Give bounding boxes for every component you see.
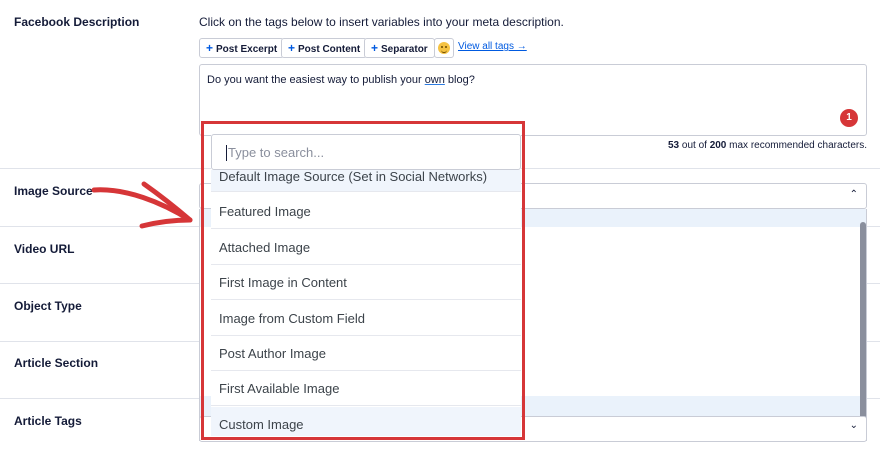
annotation-arrow-icon	[91, 181, 193, 229]
text-cursor	[226, 145, 227, 161]
plus-icon: +	[206, 41, 214, 55]
image-source-dropdown: Default Image Source (Set in Social Netw…	[211, 134, 521, 436]
emoji-picker-button[interactable]	[434, 38, 454, 58]
view-all-tags-link[interactable]: View all tags →	[458, 41, 527, 52]
tags-hint: Click on the tags below to insert variab…	[199, 15, 564, 29]
dropdown-option[interactable]: Image from Custom Field	[211, 301, 521, 336]
chevron-down-icon: ⌄	[849, 420, 858, 431]
separator-tag-button[interactable]: + Separator	[364, 38, 435, 58]
facebook-description-textarea[interactable]: Do you want the easiest way to publish y…	[199, 64, 867, 136]
dropdown-search-input[interactable]	[228, 139, 508, 165]
dropdown-scrollbar[interactable]	[860, 222, 866, 422]
dropdown-search-box[interactable]	[211, 134, 521, 170]
dropdown-option[interactable]: Default Image Source (Set in Social Netw…	[211, 170, 521, 192]
article-section-label: Article Section	[14, 356, 99, 370]
dropdown-option[interactable]: First Available Image	[211, 371, 521, 406]
object-type-label: Object Type	[14, 299, 82, 313]
article-tags-label: Article Tags	[14, 414, 82, 428]
image-source-label: Image Source	[14, 184, 93, 198]
post-excerpt-tag-button[interactable]: + Post Excerpt	[199, 38, 285, 58]
notification-badge: 1	[840, 109, 858, 127]
facebook-description-label: Facebook Description	[14, 15, 140, 29]
post-content-tag-button[interactable]: + Post Content	[281, 38, 368, 58]
dropdown-option[interactable]: First Image in Content	[211, 265, 521, 300]
character-count: 53 out of 200 max recommended characters…	[667, 140, 867, 151]
dropdown-option[interactable]: Custom Image	[211, 407, 521, 436]
dropdown-option[interactable]: Post Author Image	[211, 336, 521, 371]
chevron-up-icon: ⌃	[849, 189, 858, 200]
dropdown-option[interactable]: Featured Image	[211, 194, 521, 229]
plus-icon: +	[371, 41, 379, 55]
dropdown-option[interactable]: Attached Image	[211, 230, 521, 265]
video-url-label: Video URL	[14, 242, 75, 256]
smiley-icon	[438, 42, 450, 54]
plus-icon: +	[288, 41, 296, 55]
description-text: Do you want the easiest way to publish y…	[207, 74, 475, 86]
